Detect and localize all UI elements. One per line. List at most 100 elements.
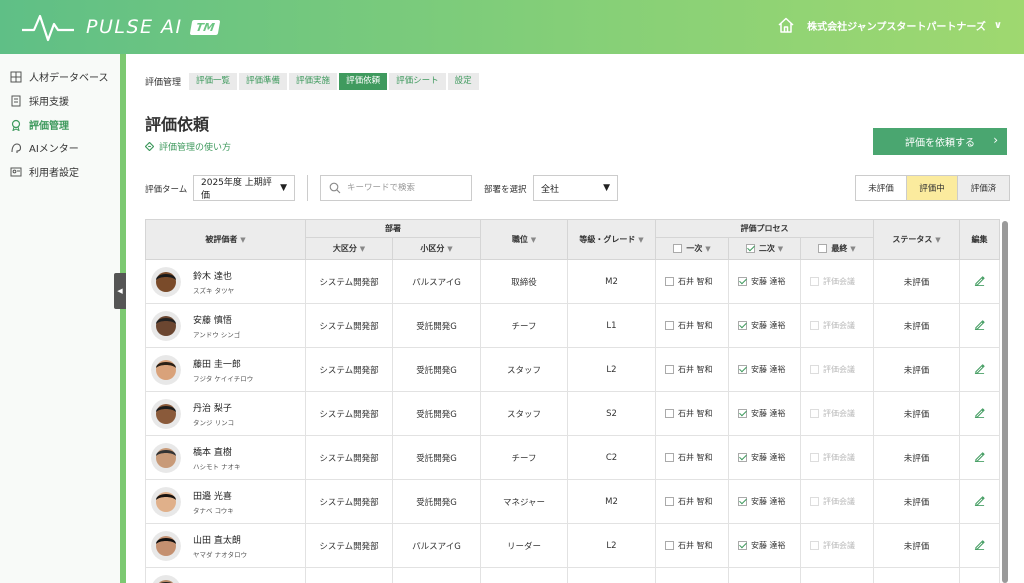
evaluatee-cell[interactable]: 鈴木 達也 スズキ タツヤ xyxy=(145,259,306,304)
evaluatee-cell[interactable]: 安藤 慎悟 アンドウ シンゴ xyxy=(145,303,306,348)
person-kana: タンジ リンコ xyxy=(193,418,235,427)
status-filter-evaluated[interactable]: 評価済 xyxy=(958,176,1009,200)
pencil-icon[interactable] xyxy=(974,539,985,550)
col-evaluatee[interactable]: 被評価者 ▼ xyxy=(145,219,306,260)
second-evaluator-cell[interactable]: 安藤 達裕 xyxy=(728,303,801,348)
howto-link[interactable]: 評価管理の使い方 xyxy=(145,140,231,153)
sidebar-item-recruiting[interactable]: 採用支援 xyxy=(10,93,69,108)
evaluatee-cell[interactable]: 田邉 光喜 タナベ コウキ xyxy=(145,479,306,524)
evaluatee-cell[interactable]: 山田 直太朗 ヤマダ ナオタロウ xyxy=(145,523,306,568)
second-evaluator: 安藤 達裕 xyxy=(751,409,786,418)
table-scrollbar[interactable] xyxy=(1002,221,1008,583)
second-evaluator-cell[interactable]: 安藤 達裕 xyxy=(728,391,801,436)
tab-evaluation-run[interactable]: 評価実施 xyxy=(289,73,338,90)
sidebar-item-ai-mentor[interactable]: AIメンター xyxy=(10,140,79,155)
edit-cell[interactable] xyxy=(959,391,1001,436)
edit-cell[interactable] xyxy=(959,567,1001,583)
edit-cell[interactable] xyxy=(959,523,1001,568)
second-evaluator-cell[interactable]: 安藤 達裕 xyxy=(728,347,801,392)
first-checkbox[interactable] xyxy=(665,541,674,550)
first-evaluator: 石井 智和 xyxy=(678,541,713,550)
request-evaluation-button[interactable]: 評価を依頼する › xyxy=(873,128,1007,155)
pencil-icon[interactable] xyxy=(974,275,985,286)
col-final[interactable]: 最終 ▼ xyxy=(799,237,875,260)
second-evaluator-cell[interactable]: 安藤 達裕 xyxy=(728,523,801,568)
status-filter-in-progress[interactable]: 評価中 xyxy=(907,176,958,200)
pencil-icon[interactable] xyxy=(974,319,985,330)
edit-cell[interactable] xyxy=(959,347,1001,392)
second-evaluator-cell[interactable]: 安藤 達裕 xyxy=(728,435,801,480)
breadcrumb-root: 評価管理 xyxy=(145,78,182,88)
status-cell: 未評価 xyxy=(873,523,961,568)
first-evaluator-cell[interactable]: 石井 智和 xyxy=(655,259,729,304)
second-checkbox[interactable] xyxy=(738,453,747,462)
edit-cell[interactable] xyxy=(959,435,1001,480)
pencil-icon[interactable] xyxy=(974,407,985,418)
second-checkbox[interactable] xyxy=(738,321,747,330)
evaluatee-cell[interactable]: 丹治 梨子 タンジ リンコ xyxy=(145,391,306,436)
second-checkbox[interactable] xyxy=(738,497,747,506)
first-checkbox[interactable] xyxy=(665,277,674,286)
second-evaluator-cell[interactable]: 安藤 達裕 xyxy=(728,567,801,583)
sidebar-item-user-settings[interactable]: 利用者設定 xyxy=(10,164,79,179)
edit-cell[interactable] xyxy=(959,303,1001,348)
first-evaluator-cell[interactable]: 石井 智和 xyxy=(655,479,729,524)
col-grade[interactable]: 等級・グレード ▼ xyxy=(567,219,656,260)
sidebar-item-evaluation[interactable]: 評価管理 xyxy=(10,117,69,132)
person: 田邉 光喜 タナベ コウキ xyxy=(146,486,305,517)
first-evaluator-cell[interactable]: 石井 智和 xyxy=(655,567,729,583)
tab-evaluation-sheet[interactable]: 評価シート xyxy=(389,73,446,90)
first-evaluator: 石井 智和 xyxy=(678,409,713,418)
select-all-final-checkbox[interactable] xyxy=(818,244,828,253)
select-all-first-checkbox[interactable] xyxy=(673,244,683,253)
col-major[interactable]: 大区分 ▼ xyxy=(305,237,393,260)
sidebar-collapse-toggle[interactable]: ◀ xyxy=(114,273,126,309)
department-select[interactable]: 全社 ▼ xyxy=(533,175,618,201)
tab-evaluation-list[interactable]: 評価一覧 xyxy=(189,73,238,90)
first-evaluator-cell[interactable]: 石井 智和 xyxy=(655,435,729,480)
first-evaluator-cell[interactable]: 石井 智和 xyxy=(655,391,729,436)
col-status-label: ステータス xyxy=(892,235,933,244)
pencil-icon[interactable] xyxy=(974,451,985,462)
first-evaluator-cell[interactable]: 石井 智和 xyxy=(655,347,729,392)
first-checkbox[interactable] xyxy=(665,321,674,330)
company-menu[interactable]: 株式会社ジャンプスタートパートナーズ ∨ xyxy=(777,16,1002,34)
first-evaluator-cell[interactable]: 石井 智和 xyxy=(655,523,729,568)
second-evaluator-cell[interactable]: 安藤 達裕 xyxy=(728,479,801,524)
evaluatee-cell[interactable]: 橋本 直樹 ハシモト ナオキ xyxy=(145,435,306,480)
status-filter-unevaluated[interactable]: 未評価 xyxy=(856,176,907,200)
edit-cell[interactable] xyxy=(959,479,1001,524)
second-checkbox[interactable] xyxy=(738,409,747,418)
keyword-search[interactable] xyxy=(320,175,472,201)
col-first[interactable]: 一次 ▼ xyxy=(655,237,729,260)
edit-cell[interactable] xyxy=(959,259,1001,304)
evaluatee-cell[interactable]: 藤田 圭一郎 フジタ ケイイチロウ xyxy=(145,347,306,392)
second-checkbox[interactable] xyxy=(738,541,747,550)
first-checkbox[interactable] xyxy=(665,497,674,506)
first-checkbox[interactable] xyxy=(665,365,674,374)
final-evaluator-cell: 評価会議 xyxy=(799,391,875,436)
second-evaluator-cell[interactable]: 安藤 達裕 xyxy=(728,259,801,304)
first-checkbox[interactable] xyxy=(665,409,674,418)
status-cell: 未評価 xyxy=(873,303,961,348)
first-checkbox[interactable] xyxy=(665,453,674,462)
pencil-icon[interactable] xyxy=(974,495,985,506)
search-input[interactable] xyxy=(347,183,457,193)
col-second[interactable]: 二次 ▼ xyxy=(728,237,801,260)
sidebar-item-talent-database[interactable]: 人材データベース xyxy=(10,69,109,84)
col-minor[interactable]: 小区分 ▼ xyxy=(392,237,481,260)
evaluatee-cell[interactable]: 外村 和人 xyxy=(145,567,306,583)
position-cell: リーダー xyxy=(480,523,568,568)
select-all-second-checkbox[interactable] xyxy=(745,244,755,253)
second-checkbox[interactable] xyxy=(738,365,747,374)
col-position[interactable]: 職位 ▼ xyxy=(480,219,568,260)
tab-evaluation-prep[interactable]: 評価準備 xyxy=(239,73,288,90)
second-checkbox[interactable] xyxy=(738,277,747,286)
app-logo[interactable]: PULSE AI TM xyxy=(22,12,221,42)
pencil-icon[interactable] xyxy=(974,363,985,374)
tab-settings[interactable]: 設定 xyxy=(447,73,479,90)
tab-evaluation-request[interactable]: 評価依頼 xyxy=(339,73,388,90)
first-evaluator-cell[interactable]: 石井 智和 xyxy=(655,303,729,348)
col-status[interactable]: ステータス ▼ xyxy=(873,219,961,260)
term-select[interactable]: 2025年度 上期評価 ▼ xyxy=(193,175,295,201)
